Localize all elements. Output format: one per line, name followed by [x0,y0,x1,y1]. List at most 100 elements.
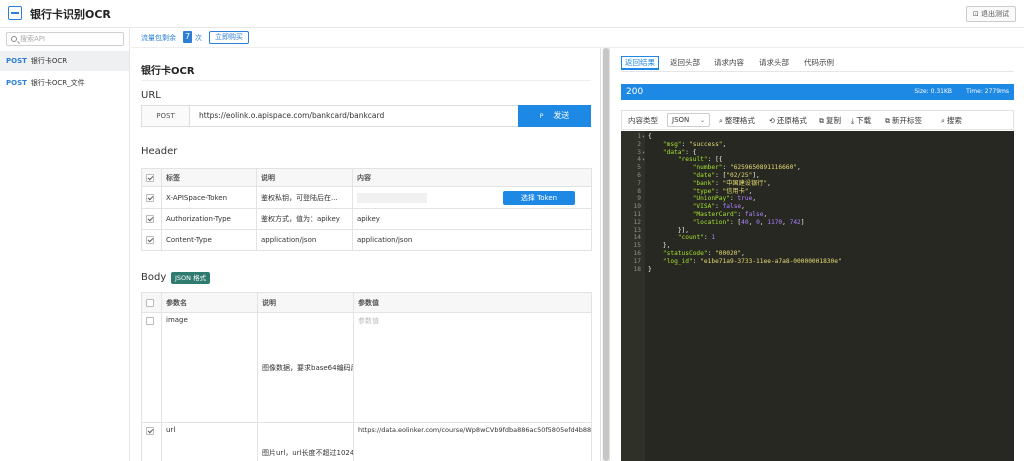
param-value-input[interactable]: 参数值 [353,312,592,423]
header-desc: application/json [256,229,353,251]
quota-prefix: 流量包剩余 [141,34,176,42]
send-icon: P [539,113,544,120]
http-method-select[interactable]: POST [142,106,190,126]
param-name: url [161,422,258,461]
sidebar-item-bankcard-ocr-file[interactable]: POST 银行卡OCR_文件 [0,73,129,93]
format-button[interactable]: ⌕ 整理格式 [719,115,755,126]
checkbox[interactable] [146,236,154,244]
line-number: 6 [637,172,641,179]
content-type-select[interactable]: JSON ⌄ [667,113,710,127]
param-desc: 图片url，url长度不超过1024字节，url对应的图片base64编码后大小… [257,422,354,461]
page-title: 银行卡OCR [141,66,195,77]
code-text: }, [662,242,671,250]
button-label: 还原格式 [776,116,807,125]
body-table: 参数名 说明 参数值 image 图像数据，要求base64编码后大小不超过5M… [141,292,592,461]
code-line: 7 "bank": "中国建设银行", [621,180,1014,188]
checkbox-cell [141,208,162,230]
url-input[interactable]: https://eolink.o.apispace.com/bankcard/b… [199,106,384,126]
table-row: X-APISpace-Token 鉴权私钥，可登陆后在... 选择 Token [141,186,592,209]
select-all-cell [141,168,162,187]
header-desc: 鉴权方式，值为：apikey [256,208,353,230]
checkbox[interactable] [146,215,154,223]
panel-scrollbar[interactable] [602,48,610,461]
code-line: 16 "statusCode": "00020", [621,250,1014,258]
select-all-cell [141,292,162,313]
line-number: 13 [633,226,641,234]
table-row: Content-Type application/json applicatio… [141,229,592,251]
divider [141,80,591,81]
sidebar-item-bankcard-ocr[interactable]: POST 银行卡OCR [0,51,129,71]
sidebar-item-label: 银行卡OCR_文件 [30,79,85,87]
checkbox-cell [141,229,162,251]
send-button[interactable]: P 发送 [518,105,591,127]
restore-format-button[interactable]: ⟲ 还原格式 [769,115,807,126]
table-row: url 图片url，url长度不超过1024字节，url对应的图片base64编… [141,422,592,461]
code-text: "date": ["02/25"], [692,172,760,179]
checkbox[interactable] [146,298,154,307]
fold-toggle-icon[interactable]: ▾ [642,133,645,141]
code-line: 9 "UnionPay": true, [621,195,1014,203]
json-format-tag: JSON 格式 [171,272,211,284]
tab-response-headers[interactable]: 返回头部 [668,56,702,70]
header-value[interactable]: apikey [352,208,592,230]
logout-button[interactable]: ⊡ 退出测试 [965,6,1016,22]
code-text: "VISA": false, [692,203,745,211]
tab-request-headers[interactable]: 请求头部 [757,56,791,70]
search-icon [11,36,17,42]
column-header: 说明 [257,292,354,313]
header-value[interactable]: application/json [352,229,592,251]
code-text: "msg": "success", [662,140,727,148]
column-header: 参数值 [353,292,592,313]
checkbox[interactable] [146,317,154,325]
line-number: 4 [637,156,641,164]
app-title: 银行卡识别OCR [30,8,111,21]
checkbox[interactable] [146,173,154,182]
code-text: "location": [40, 0, 1170, 742] [692,218,805,226]
code-line: 11 "MasterCard": false, [621,211,1014,219]
scan-logo-icon [8,6,22,20]
tab-request-body[interactable]: 请求内容 [712,56,746,70]
param-name: image [161,312,258,423]
buy-now-button[interactable]: 立即购买 [209,31,249,44]
line-number: 18 [633,265,641,273]
column-header: 参数名 [161,292,258,313]
header-value-cell: 选择 Token [352,186,592,209]
search-input[interactable] [20,34,120,44]
checkbox[interactable] [146,193,154,202]
format-icon: ⌕ [719,117,723,125]
open-new-tab-button[interactable]: ⧉ 新开标签 [885,115,922,126]
logout-icon: ⊡ [972,10,981,18]
line-number: 15 [633,242,641,250]
select-token-button[interactable]: 选择 Token [503,190,575,205]
code-text: "number": "6259650891116660", [692,164,801,172]
copy-button[interactable]: ⧉ 复制 [819,115,841,126]
download-button[interactable]: ⤓ 下载 [851,115,871,126]
tab-response-result[interactable]: 返回结果 [621,56,659,70]
scrollbar-thumb[interactable] [603,48,609,461]
column-header: 内容 [352,168,592,187]
header-name: X-APISpace-Token [161,186,257,209]
tab-code-sample[interactable]: 代码示例 [802,56,836,70]
line-number: 5 [637,164,641,172]
code-text: }], [677,226,689,234]
search-button[interactable]: ⌕ 搜索 [941,115,962,126]
code-line: 5 "number": "6259650891116660", [621,164,1014,172]
code-line: 14 "count": 1 [621,234,1014,242]
response-code-editor[interactable]: 1 ▾{2 "msg": "success", 3 ▾ "data": {4 ▾ "re… [621,131,1014,461]
param-value-input[interactable]: https://data.eolinker.com/course/Wp8wCVb… [353,422,592,461]
search-box[interactable] [6,32,124,46]
code-text: } [648,265,652,273]
fold-toggle-icon[interactable]: ▾ [642,149,645,157]
fold-toggle-icon[interactable]: ▾ [642,156,645,164]
chevron-down-icon: ⌄ [699,117,705,124]
header-name: Authorization-Type [161,208,257,230]
checkbox[interactable] [146,427,154,435]
line-number: 7 [637,179,641,187]
code-line: 17 "log_id": "e1be71a9-3733-11ee-a7a8-00… [621,258,1014,266]
param-desc: 图像数据，要求base64编码后大小不超过5M，最短边至少15px，最长边最大4… [257,312,354,423]
token-value-input[interactable] [357,192,427,203]
table-row: image 图像数据，要求base64编码后大小不超过5M，最短边至少15px，… [141,312,592,423]
line-number: 16 [633,250,641,257]
copy-icon: ⧉ [819,117,824,125]
code-text: { [648,133,652,140]
